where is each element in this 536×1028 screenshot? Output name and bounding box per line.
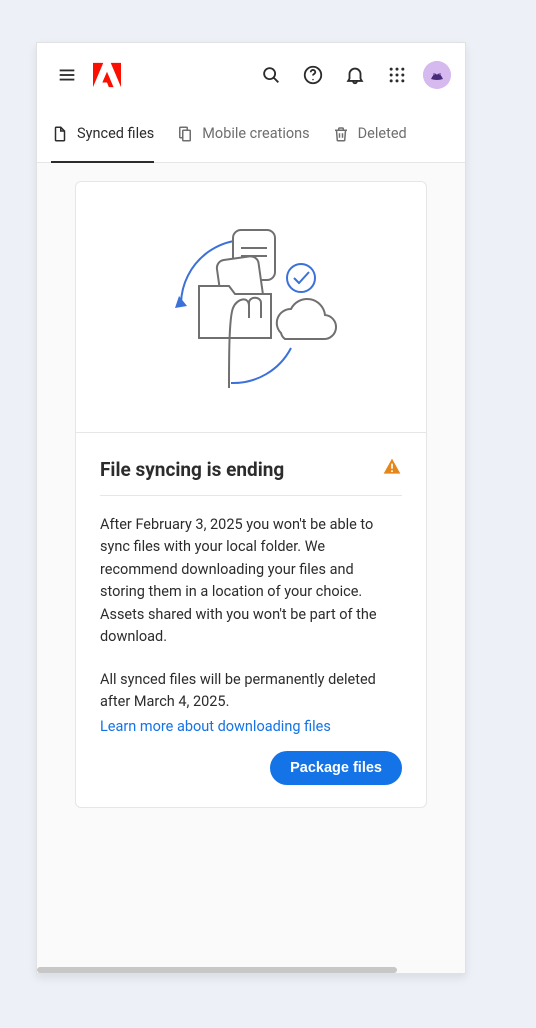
notice-paragraph-2: All synced files will be permanently del… xyxy=(100,669,402,714)
warning-icon xyxy=(382,457,402,481)
tab-synced-files[interactable]: Synced files xyxy=(51,107,154,163)
tab-label: Synced files xyxy=(77,125,154,142)
content-area: File syncing is ending After February 3,… xyxy=(37,163,465,973)
hamburger-menu-icon[interactable] xyxy=(51,59,83,91)
sync-ending-card: File syncing is ending After February 3,… xyxy=(75,181,427,808)
search-icon[interactable] xyxy=(255,59,287,91)
tab-label: Mobile creations xyxy=(202,125,309,142)
top-bar xyxy=(37,43,465,107)
tab-deleted[interactable]: Deleted xyxy=(332,107,407,163)
package-files-button[interactable]: Package files xyxy=(270,751,402,785)
card-title: File syncing is ending xyxy=(100,458,284,481)
notifications-icon[interactable] xyxy=(339,59,371,91)
adobe-logo-icon[interactable] xyxy=(93,62,121,88)
sync-illustration xyxy=(76,182,426,433)
tab-label: Deleted xyxy=(358,125,407,142)
tab-mobile-creations[interactable]: Mobile creations xyxy=(176,107,309,163)
divider xyxy=(100,495,402,496)
notice-paragraph-1: After February 3, 2025 you won't be able… xyxy=(100,514,402,649)
apps-grid-icon[interactable] xyxy=(381,59,413,91)
tabs: Synced files Mobile creations Deleted xyxy=(37,107,465,163)
horizontal-scrollbar[interactable] xyxy=(37,967,397,973)
learn-more-link[interactable]: Learn more about downloading files xyxy=(100,718,402,735)
help-icon[interactable] xyxy=(297,59,329,91)
avatar[interactable] xyxy=(423,61,451,89)
